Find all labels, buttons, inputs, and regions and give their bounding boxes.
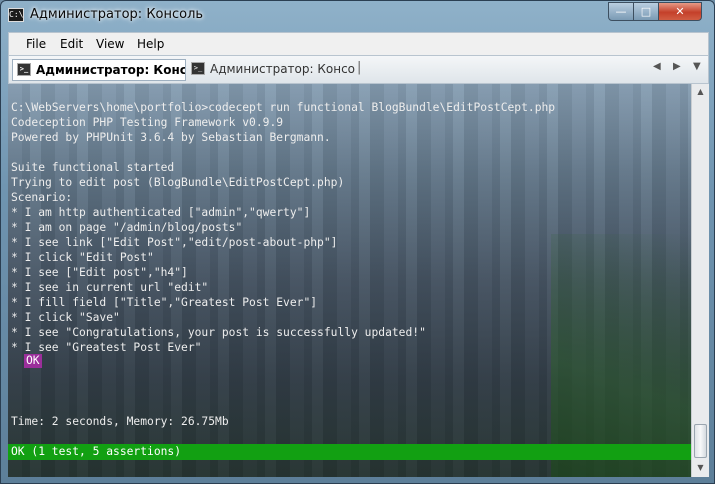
console-window: C:\ Администратор: Консоль — □ ✕ File Ed… (0, 0, 715, 484)
scrollbar-thumb[interactable] (694, 424, 707, 458)
menu-bar: File Edit View Help (8, 32, 709, 56)
minimize-button[interactable]: — (608, 2, 634, 21)
window-title: Администратор: Консоль (30, 7, 204, 22)
menu-file[interactable]: File (26, 37, 46, 51)
tab-separator: | (357, 60, 362, 75)
tab-label: Администратор: Консо... (210, 62, 355, 76)
tab-console-1[interactable]: >_ Администратор: Консо... (12, 59, 186, 81)
test-result-bar: OK (1 test, 5 assertions) (8, 444, 691, 460)
console-output[interactable]: C:\WebServers\home\portfolio>codecept ru… (8, 84, 691, 477)
chevron-right-icon[interactable]: ▶ (673, 61, 681, 72)
console-text: C:\WebServers\home\portfolio>codecept ru… (11, 101, 556, 354)
chevron-down-icon[interactable]: ▼ (693, 61, 701, 72)
time-memory-line: Time: 2 seconds, Memory: 26.75Mb (11, 415, 229, 428)
chevron-left-icon[interactable]: ◀ (653, 61, 661, 72)
scroll-down-icon[interactable]: ▼ (692, 460, 709, 476)
ok-badge: OK (24, 354, 42, 368)
console-app-icon: C:\ (8, 8, 24, 22)
close-button[interactable]: ✕ (658, 2, 702, 21)
menu-view[interactable]: View (96, 37, 124, 51)
tab-label: Администратор: Консо... (36, 63, 186, 77)
console-tab-icon: >_ (191, 62, 205, 75)
vertical-scrollbar[interactable]: ▲ ▼ (691, 84, 709, 477)
maximize-button[interactable]: □ (633, 2, 659, 21)
menu-edit[interactable]: Edit (60, 37, 83, 51)
tab-console-2[interactable]: >_ Администратор: Консо... (187, 59, 355, 81)
menu-help[interactable]: Help (137, 37, 164, 51)
console-tab-icon: >_ (17, 63, 31, 76)
scroll-up-icon[interactable]: ▲ (692, 84, 709, 100)
title-bar[interactable]: C:\ Администратор: Консоль — □ ✕ (1, 1, 714, 31)
tab-bar: >_ Администратор: Консо... >_ Администра… (8, 56, 709, 84)
